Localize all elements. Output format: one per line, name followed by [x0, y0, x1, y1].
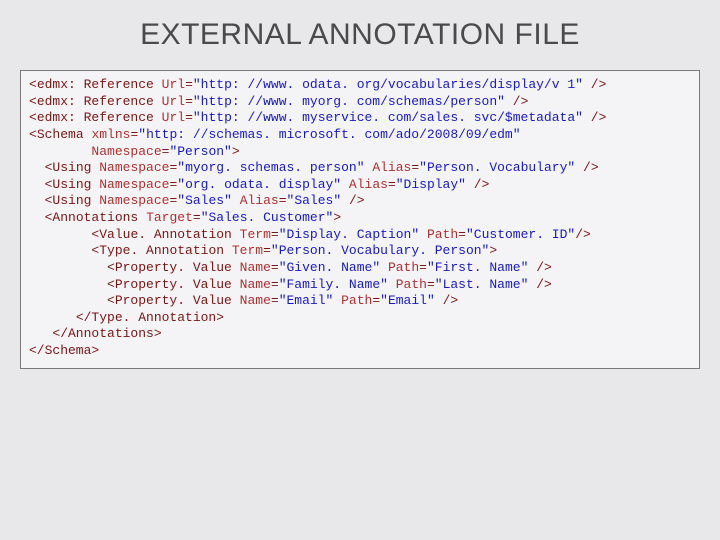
code-line: <Property. Value Name="Email" Path="Emai…	[29, 293, 458, 308]
code-line: <Using Namespace="myorg. schemas. person…	[29, 160, 599, 175]
code-line: <Property. Value Name="Given. Name" Path…	[29, 260, 552, 275]
code-line: <Value. Annotation Term="Display. Captio…	[29, 227, 591, 242]
code-line: <Schema xmlns="http: //schemas. microsof…	[29, 127, 521, 142]
code-line: </Schema>	[29, 343, 99, 358]
code-line: <edmx: Reference Url="http: //www. odata…	[29, 77, 606, 92]
code-line: <Property. Value Name="Family. Name" Pat…	[29, 277, 552, 292]
code-line: <edmx: Reference Url="http: //www. myser…	[29, 110, 606, 125]
code-line: <Using Namespace="org. odata. display" A…	[29, 177, 489, 192]
code-line: <Using Namespace="Sales" Alias="Sales" /…	[29, 193, 365, 208]
slide: EXTERNAL ANNOTATION FILE <edmx: Referenc…	[0, 0, 720, 540]
code-line: </Type. Annotation>	[29, 310, 224, 325]
code-line: <edmx: Reference Url="http: //www. myorg…	[29, 94, 528, 109]
slide-title: EXTERNAL ANNOTATION FILE	[20, 18, 700, 52]
code-line: <Type. Annotation Term="Person. Vocabula…	[29, 243, 497, 258]
code-block: <edmx: Reference Url="http: //www. odata…	[20, 70, 700, 369]
code-line: <Annotations Target="Sales. Customer">	[29, 210, 341, 225]
code-line: </Annotations>	[29, 326, 162, 341]
code-line: Namespace="Person">	[29, 144, 240, 159]
